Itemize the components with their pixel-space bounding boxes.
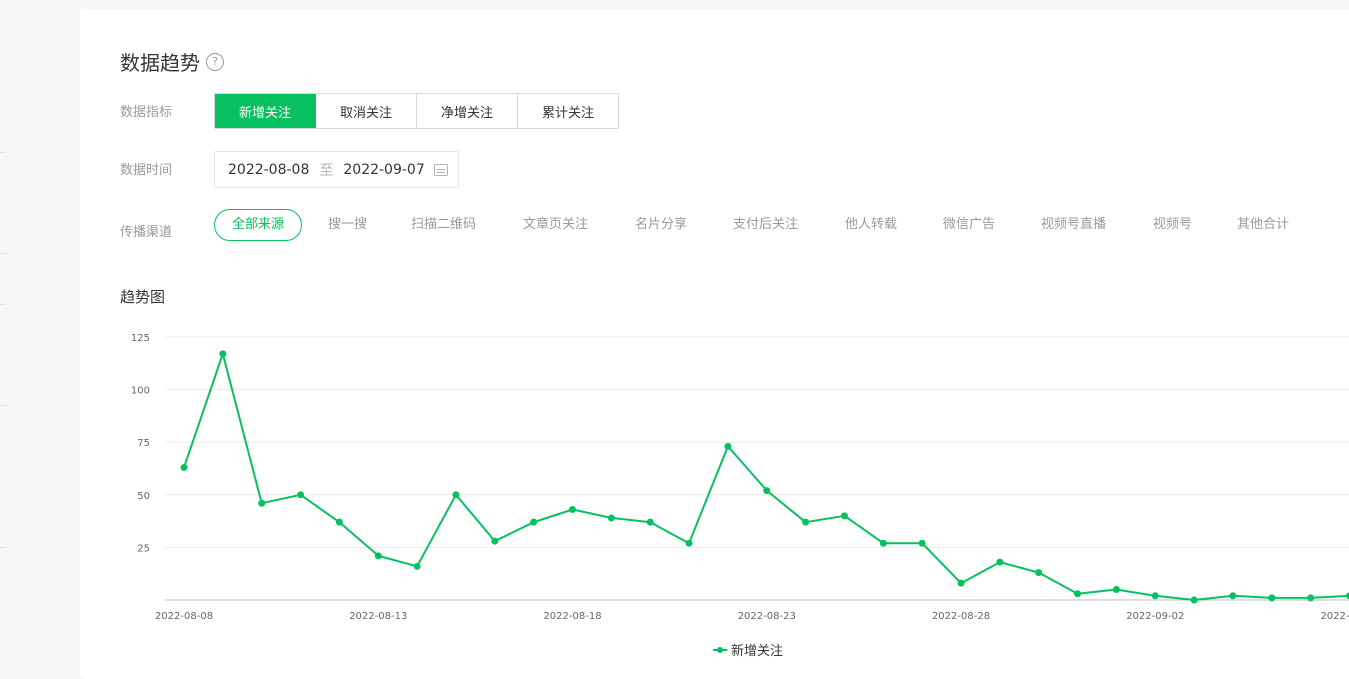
y-tick-label: 75 bbox=[137, 438, 150, 449]
data-point bbox=[413, 562, 421, 570]
data-point bbox=[258, 499, 266, 507]
data-point bbox=[1074, 590, 1082, 598]
data-point bbox=[802, 518, 810, 526]
data-point bbox=[957, 579, 965, 587]
y-tick-label: 125 bbox=[131, 333, 150, 344]
data-point bbox=[607, 514, 615, 522]
data-point bbox=[569, 506, 576, 514]
data-point bbox=[297, 491, 305, 499]
y-tick-label: 100 bbox=[131, 386, 150, 397]
x-tick-label: 2022-08-13 bbox=[349, 611, 407, 622]
data-point bbox=[840, 512, 848, 520]
data-point bbox=[335, 518, 343, 526]
data-point bbox=[1151, 592, 1159, 600]
data-point bbox=[491, 537, 499, 545]
x-tick-label: 2022-08-23 bbox=[738, 611, 796, 622]
data-point bbox=[1035, 569, 1043, 577]
data-point bbox=[374, 552, 382, 560]
data-point bbox=[1229, 592, 1237, 600]
data-point bbox=[452, 491, 460, 499]
data-point bbox=[763, 487, 771, 495]
data-point bbox=[724, 442, 732, 450]
data-point bbox=[1307, 594, 1315, 602]
y-tick-label: 25 bbox=[137, 543, 150, 554]
x-tick-label: 2022-08-28 bbox=[932, 611, 990, 622]
data-point bbox=[879, 539, 887, 547]
data-point bbox=[1268, 594, 1276, 602]
data-point bbox=[1190, 596, 1198, 604]
y-tick-label: 50 bbox=[137, 491, 150, 502]
x-tick-label: 2022-08-18 bbox=[543, 611, 601, 622]
series-line-new-follow bbox=[183, 352, 1349, 601]
trend-chart: 25 50 75 100 125 2022-08-08 2022-08-13 2022-08-… bbox=[131, 333, 1349, 622]
data-point bbox=[685, 539, 693, 547]
x-tick-label: 2022-09-07 bbox=[1320, 611, 1349, 622]
data-point bbox=[530, 518, 538, 526]
x-tick-label: 2022-09-02 bbox=[1126, 611, 1184, 622]
data-point bbox=[646, 518, 654, 526]
data-point bbox=[996, 558, 1004, 566]
data-point bbox=[219, 350, 227, 358]
data-point bbox=[180, 463, 188, 471]
data-point bbox=[1112, 585, 1120, 593]
data-point bbox=[918, 539, 926, 547]
x-tick-label: 2022-08-08 bbox=[155, 611, 213, 622]
